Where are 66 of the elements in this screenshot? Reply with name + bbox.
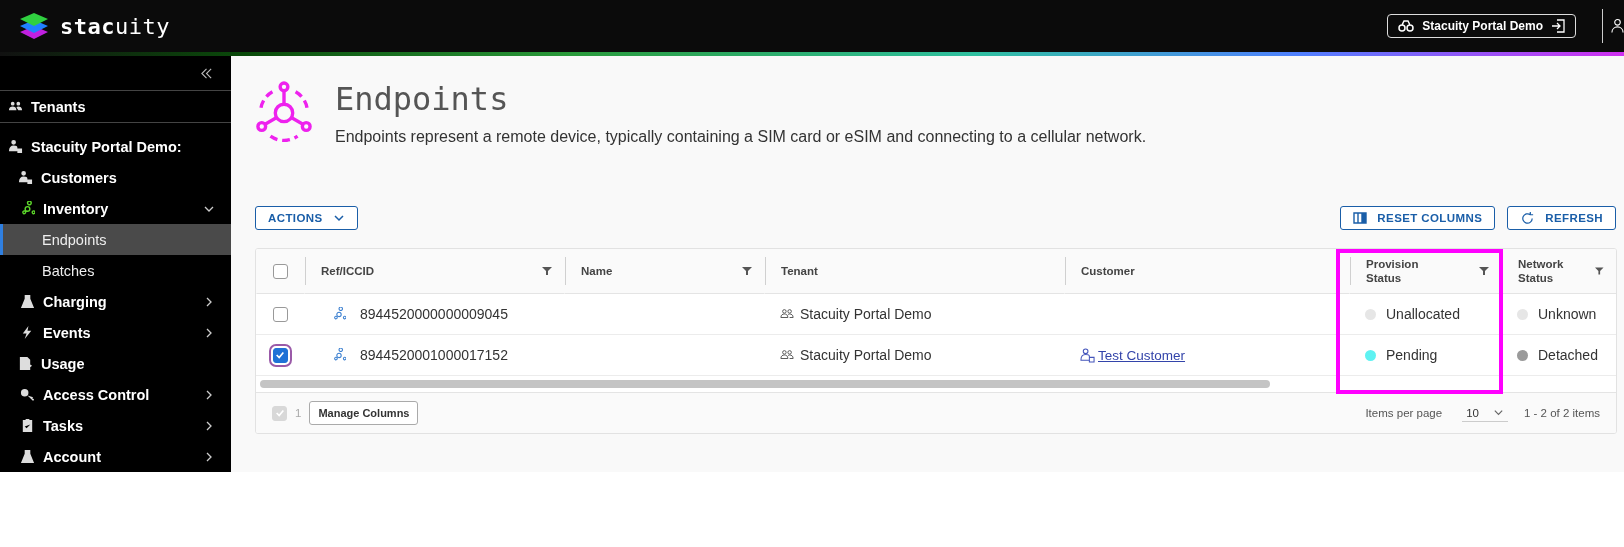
filter-icon[interactable] [742,266,752,276]
filter-icon[interactable] [1479,266,1489,276]
sidebar-item[interactable]: Events [0,317,231,348]
person-icon [18,170,33,185]
endpoint-icon [332,307,346,321]
person-icon [8,139,23,154]
clipboard-icon [20,418,35,433]
tenant-text: Stacuity Portal Demo [800,306,932,322]
user-icon[interactable] [1611,18,1624,34]
items-per-page-select[interactable]: 10 [1462,404,1508,422]
status-text: Detached [1538,347,1598,363]
column-header[interactable]: Name [581,263,613,279]
column-header[interactable]: Customer [1081,263,1135,279]
reset-columns-button[interactable]: RESET COLUMNS [1340,206,1496,230]
sidebar-item[interactable]: Account [0,441,231,472]
items-per-page-label: Items per page [1365,407,1443,419]
caret-icon [332,212,345,224]
sign-in-icon [1551,19,1565,33]
filter-icon[interactable] [1595,266,1604,276]
caret-icon [1492,407,1504,418]
row-checkbox[interactable] [272,306,288,322]
sidebar-item[interactable]: Stacuity Portal Demo: [0,131,231,162]
sidebar-item[interactable]: Batches [0,255,231,286]
person-icon [1080,347,1095,363]
endpoint-icon [255,80,313,142]
column-header[interactable]: Ref/ICCID [321,263,375,279]
status-text: Unallocated [1386,306,1460,322]
sidebar-item[interactable]: Tasks [0,410,231,441]
refresh-icon [1520,210,1536,226]
sidebar-item[interactable]: Access Control [0,379,231,410]
sidebar-item[interactable]: Endpoints [0,224,231,255]
logo-text[interactable]: stacuity [60,13,170,39]
sidebar-item[interactable]: Customers [0,162,231,193]
sidebar-item[interactable]: Usage [0,348,231,379]
manage-columns-button[interactable]: Manage Columns [309,401,419,425]
flask-icon [20,294,35,309]
tenant-button[interactable]: Stacuity Portal Demo [1387,14,1576,38]
iccid-text: 8944520001000017152 [360,347,508,363]
stack-logo-icon [18,12,50,40]
select-all-checkbox[interactable] [273,263,288,279]
customer-link[interactable]: Test Customer [1080,347,1186,363]
sidebar-item[interactable]: Charging [0,286,231,317]
flask-icon [20,449,35,464]
group-icon [780,348,794,362]
actions-button[interactable]: ACTIONS [255,206,358,230]
status-text: Unknown [1538,306,1597,322]
filter-icon[interactable] [542,266,552,276]
refresh-button[interactable]: REFRESH [1507,206,1616,230]
status-text: Pending [1386,347,1438,363]
page-description: Endpoints represent a remote device, typically containing a SIM card or eSIM and connecting to a cellular network. [335,128,1147,146]
check-icon [275,350,285,360]
doc-icon [18,356,33,371]
columns-icon [1353,211,1368,225]
scrollbar[interactable] [260,380,1270,388]
iccid-text: 8944520000000009045 [360,306,508,322]
selected-count: 1 [295,407,302,419]
tenant-text: Stacuity Portal Demo [800,347,932,363]
column-header[interactable]: Tenant [781,263,818,279]
endpoint-icon [332,348,346,362]
collapse-icon[interactable] [200,66,213,80]
endpoint-icon [20,201,35,216]
binoculars-icon [1398,20,1415,32]
page-title: Endpoints [335,80,510,118]
page-range: 1 - 2 of 2 items [1523,407,1600,419]
sidebar-item[interactable]: Inventory [0,193,231,224]
group-icon [780,307,794,321]
